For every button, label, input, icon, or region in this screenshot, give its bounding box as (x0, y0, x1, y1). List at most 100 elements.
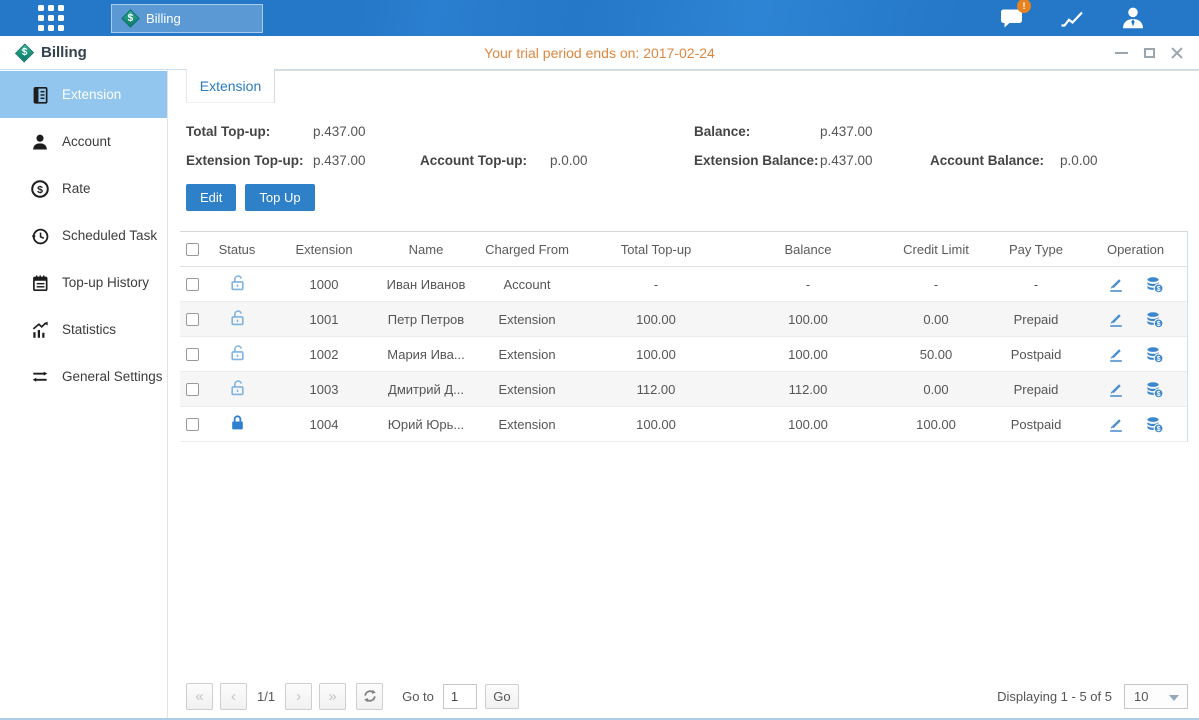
refresh-button[interactable] (356, 683, 383, 710)
user-account-icon[interactable] (1119, 5, 1147, 31)
cell-total-topup: 112.00 (580, 372, 732, 407)
app-title: Billing (41, 44, 87, 61)
goto-label: Go to (402, 689, 434, 704)
table-row: 1004 Юрий Юрь... Extension 100.00 100.00… (180, 407, 1187, 442)
next-page-button[interactable]: › (285, 683, 312, 710)
row-checkbox[interactable] (186, 313, 199, 326)
sidebar-item-extension[interactable]: Extension (0, 71, 167, 118)
header-extension: Extension (270, 232, 378, 267)
prev-page-button[interactable]: ‹ (220, 683, 247, 710)
select-all-checkbox[interactable] (186, 243, 199, 256)
unlocked-icon (229, 274, 246, 291)
row-checkbox[interactable] (186, 418, 199, 431)
cell-extension: 1002 (270, 337, 378, 372)
balance-value: p.437.00 (820, 124, 873, 139)
table-header-row: Status Extension Name Charged From Total… (180, 232, 1187, 267)
first-page-button[interactable]: « (186, 683, 213, 710)
sidebar-item-label: General Settings (62, 369, 163, 384)
edit-icon[interactable] (1107, 275, 1125, 293)
header-charged-from: Charged From (474, 232, 580, 267)
taskbar-tab-billing[interactable]: $ Billing (111, 4, 263, 33)
cell-balance: 100.00 (732, 407, 884, 442)
cell-charged-from: Extension (474, 407, 580, 442)
action-buttons: Edit Top Up (186, 184, 1199, 211)
cell-credit-limit: 0.00 (884, 302, 988, 337)
tab-strip: Extension (168, 70, 1199, 104)
sidebar-item-rate[interactable]: $ Rate (0, 165, 167, 212)
page-size-select[interactable]: 10 (1124, 684, 1188, 709)
cell-pay-type: Postpaid (988, 337, 1084, 372)
balance-label: Balance: (694, 124, 820, 139)
reports-chart-icon[interactable] (1058, 5, 1086, 31)
account-balance-label: Account Balance: (930, 153, 1060, 168)
header-credit-limit: Credit Limit (884, 232, 988, 267)
cell-balance: 100.00 (732, 302, 884, 337)
row-checkbox[interactable] (186, 383, 199, 396)
maximize-icon[interactable] (1141, 45, 1157, 61)
app-title-bar: $ Billing Your trial period ends on: 201… (0, 36, 1199, 70)
sidebar-item-account[interactable]: Account (0, 118, 167, 165)
sidebar-item-general-settings[interactable]: General Settings (0, 353, 167, 400)
cell-total-topup: 100.00 (580, 407, 732, 442)
edit-icon[interactable] (1107, 380, 1125, 398)
sidebar-item-scheduled-task[interactable]: Scheduled Task (0, 212, 167, 259)
unlocked-icon (229, 309, 246, 326)
extension-ledger-icon (30, 85, 50, 105)
topup-icon[interactable] (1145, 275, 1164, 294)
cell-balance: 100.00 (732, 337, 884, 372)
cell-name: Мария Ива... (378, 337, 474, 372)
tab-extension[interactable]: Extension (186, 69, 275, 103)
refresh-icon (362, 688, 378, 704)
extension-topup-value: p.437.00 (313, 153, 420, 168)
extension-topup-label: Extension Top-up: (186, 153, 313, 168)
billing-diamond-icon: $ (121, 9, 139, 27)
cell-name: Петр Петров (378, 302, 474, 337)
general-settings-sliders-icon (30, 367, 50, 387)
topup-icon[interactable] (1145, 415, 1164, 434)
cell-charged-from: Extension (474, 372, 580, 407)
cell-charged-from: Account (474, 267, 580, 302)
svg-text:$: $ (37, 184, 43, 196)
app-grid-icon[interactable] (38, 5, 64, 31)
main-content: Extension Total Top-up: p.437.00 Balance… (168, 70, 1199, 718)
top-up-button[interactable]: Top Up (245, 184, 314, 211)
go-button[interactable]: Go (485, 684, 519, 709)
cell-total-topup: 100.00 (580, 337, 732, 372)
sidebar-item-label: Statistics (62, 322, 116, 337)
edit-icon[interactable] (1107, 415, 1125, 433)
edit-icon[interactable] (1107, 310, 1125, 328)
sidebar-item-topup-history[interactable]: Top-up History (0, 259, 167, 306)
edit-button[interactable]: Edit (186, 184, 236, 211)
row-checkbox[interactable] (186, 278, 199, 291)
header-operation: Operation (1084, 232, 1187, 267)
messages-icon[interactable]: ! (997, 5, 1025, 31)
header-total-topup: Total Top-up (580, 232, 732, 267)
goto-page-input[interactable] (443, 684, 477, 709)
topup-icon[interactable] (1145, 380, 1164, 399)
topup-icon[interactable] (1145, 310, 1164, 329)
edit-icon[interactable] (1107, 345, 1125, 363)
topup-history-notepad-icon (30, 273, 50, 293)
table-row: 1001 Петр Петров Extension 100.00 100.00… (180, 302, 1187, 337)
cell-balance: 112.00 (732, 372, 884, 407)
close-icon[interactable] (1169, 45, 1185, 61)
table-row: 1002 Мария Ива... Extension 100.00 100.0… (180, 337, 1187, 372)
sidebar-item-statistics[interactable]: Statistics (0, 306, 167, 353)
locked-icon (229, 414, 246, 431)
account-topup-value: p.0.00 (550, 153, 588, 168)
row-checkbox[interactable] (186, 348, 199, 361)
header-balance: Balance (732, 232, 884, 267)
billing-app-window: $ Billing ! (0, 0, 1199, 720)
total-topup-label: Total Top-up: (186, 124, 313, 139)
minimize-icon[interactable] (1113, 45, 1129, 61)
top-right-icons: ! (997, 5, 1199, 31)
table-row: 1003 Дмитрий Д... Extension 112.00 112.0… (180, 372, 1187, 407)
app-body: Extension Account $ Rate (0, 70, 1199, 718)
cell-name: Юрий Юрь... (378, 407, 474, 442)
sidebar-item-label: Top-up History (62, 275, 149, 290)
topup-icon[interactable] (1145, 345, 1164, 364)
last-page-button[interactable]: » (319, 683, 346, 710)
cell-credit-limit: 0.00 (884, 372, 988, 407)
cell-balance: - (732, 267, 884, 302)
window-controls (1113, 45, 1185, 61)
